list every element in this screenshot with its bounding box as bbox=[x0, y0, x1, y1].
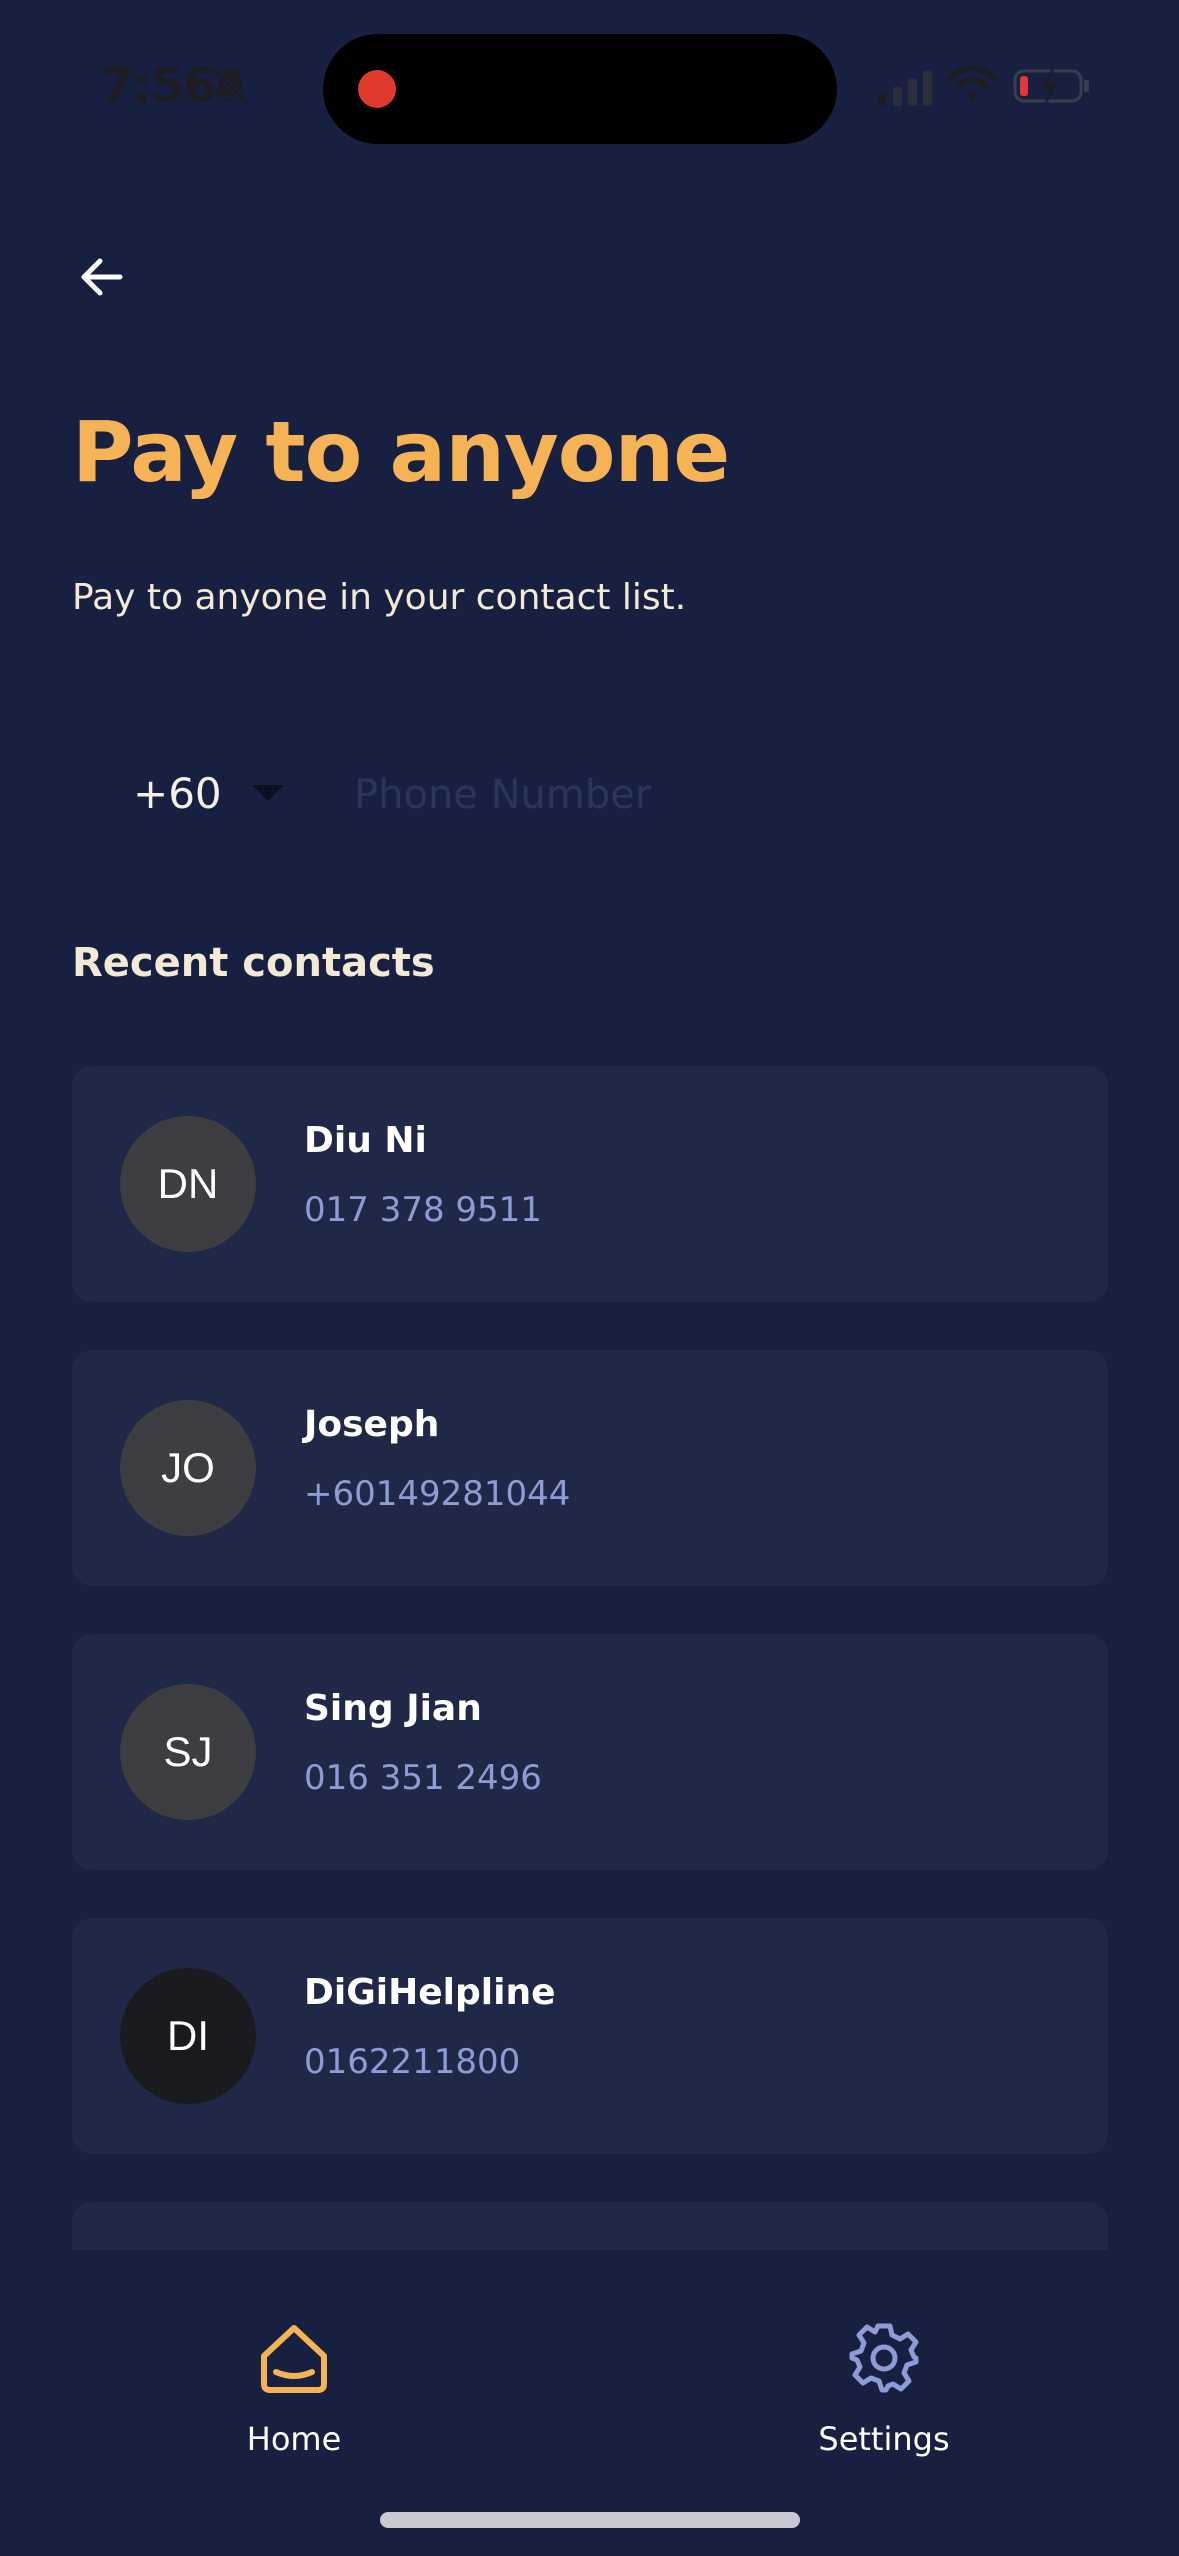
battery-charging-icon bbox=[1013, 67, 1089, 105]
bottom-nav: Home Settings bbox=[0, 2250, 1179, 2556]
avatar: SJ bbox=[120, 1684, 256, 1820]
country-code-value: +60 bbox=[133, 768, 222, 818]
contact-name: Diu Ni bbox=[304, 1120, 427, 1161]
status-bar: 7:56 bbox=[0, 0, 1179, 175]
contact-name: DiGiHelpline bbox=[304, 1972, 556, 2013]
dynamic-island bbox=[323, 34, 837, 144]
contact-card-partial[interactable] bbox=[72, 2202, 1108, 2250]
avatar: DN bbox=[120, 1116, 256, 1252]
nav-settings-label: Settings bbox=[818, 2420, 950, 2458]
page-subtitle: Pay to anyone in your contact list. bbox=[72, 577, 687, 618]
contacts-list[interactable]: DN Diu Ni 017 378 9511 JO Joseph +601492… bbox=[72, 1066, 1108, 2250]
recent-contacts-heading: Recent contacts bbox=[72, 940, 435, 986]
phone-number-input[interactable] bbox=[352, 758, 1116, 832]
avatar: JO bbox=[120, 1400, 256, 1536]
home-icon bbox=[261, 2325, 327, 2393]
wifi-icon bbox=[947, 65, 997, 101]
back-button[interactable] bbox=[70, 245, 134, 309]
home-indicator bbox=[380, 2512, 800, 2528]
gear-icon bbox=[849, 2323, 919, 2393]
nav-settings-tab[interactable]: Settings bbox=[764, 2320, 1004, 2480]
status-time: 7:56 bbox=[100, 58, 216, 114]
contact-card[interactable]: DI DiGiHelpline 0162211800 bbox=[72, 1918, 1108, 2154]
nav-home-label: Home bbox=[246, 2420, 342, 2458]
page-title: Pay to anyone bbox=[72, 403, 730, 501]
contact-name: Joseph bbox=[304, 1404, 440, 1445]
contact-card[interactable]: SJ Sing Jian 016 351 2496 bbox=[72, 1634, 1108, 1870]
contact-phone: +60149281044 bbox=[304, 1474, 571, 1514]
cellular-signal-icon bbox=[878, 71, 932, 106]
nav-home-tab[interactable]: Home bbox=[174, 2320, 414, 2480]
bell-muted-icon bbox=[210, 66, 250, 106]
contact-phone: 016 351 2496 bbox=[304, 1758, 542, 1798]
contact-phone: 0162211800 bbox=[304, 2042, 521, 2082]
avatar: DI bbox=[120, 1968, 256, 2104]
recording-indicator-icon bbox=[358, 70, 396, 108]
chevron-down-icon bbox=[251, 785, 284, 801]
contact-phone: 017 378 9511 bbox=[304, 1190, 542, 1230]
contact-card[interactable]: JO Joseph +60149281044 bbox=[72, 1350, 1108, 1586]
contact-name: Sing Jian bbox=[304, 1688, 482, 1729]
contact-card[interactable]: DN Diu Ni 017 378 9511 bbox=[72, 1066, 1108, 1302]
back-arrow-icon bbox=[81, 258, 123, 296]
country-code-dropdown[interactable]: +60 bbox=[105, 750, 290, 836]
